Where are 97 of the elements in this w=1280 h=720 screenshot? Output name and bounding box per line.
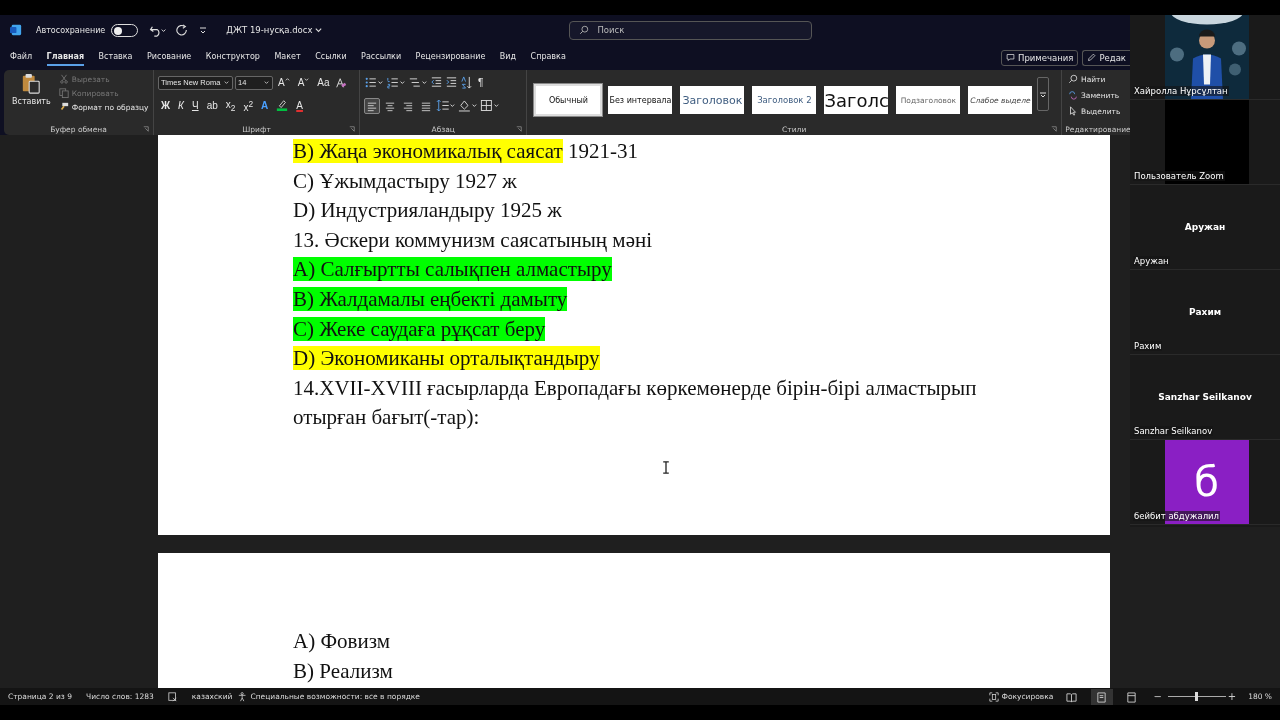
shading-icon[interactable]	[458, 99, 479, 112]
menu-tab[interactable]: Макет	[274, 49, 301, 66]
document-line: 14.XVII-XVIII ғасырларда Европадағы көркемөнерде бірін-бірі алмастырып отырған бағыт(-тар):	[293, 374, 978, 432]
document-line: A) Фовизм	[293, 628, 391, 655]
bullets-icon[interactable]	[364, 76, 385, 89]
document-line: B) Жаңа экономикалық саясат 1921-31	[293, 138, 639, 165]
increase-indent-icon[interactable]	[445, 76, 459, 89]
change-case-button[interactable]: Aa	[314, 74, 333, 91]
participant-display-name: Аружан	[1184, 222, 1226, 232]
menu-tab[interactable]: Главная	[46, 49, 85, 66]
clipboard-icon	[21, 73, 42, 95]
menu-tab[interactable]: Ссылки	[315, 49, 347, 66]
dialog-launcher-icon[interactable]	[143, 126, 149, 132]
down-caret-icon	[304, 77, 310, 82]
style-item[interactable]: Заголовок 2	[750, 84, 819, 116]
participant-display-name: Рахим	[1188, 307, 1222, 317]
participant-name: Пользователь Zoom	[1133, 171, 1225, 181]
pencil-icon	[1087, 53, 1097, 62]
highlighter-icon	[276, 98, 289, 111]
decrease-indent-icon[interactable]	[430, 76, 444, 89]
sort-icon[interactable]	[460, 76, 474, 89]
participant-name: Sanzhar Seilkanov	[1133, 426, 1214, 436]
customize-icon[interactable]	[198, 25, 209, 35]
participant-name: Аружан	[1133, 256, 1170, 266]
format-button[interactable]: A	[258, 97, 272, 114]
page-icon	[1096, 691, 1108, 703]
format-button[interactable]: Ч	[188, 97, 202, 114]
chevron-icon[interactable]	[314, 25, 324, 35]
format-button[interactable]: К	[175, 97, 187, 114]
participant-display-name: Sanzhar Seilkanov	[1158, 392, 1252, 402]
redo-icon[interactable]	[176, 24, 189, 36]
format-button[interactable]: A	[293, 97, 306, 114]
numbering-icon[interactable]	[386, 76, 407, 89]
document-title[interactable]: ДЖТ 19-нусқа.docx	[226, 25, 313, 35]
format-button[interactable]: ab	[203, 97, 221, 114]
show-formatting-button[interactable]: ¶	[475, 74, 487, 91]
search-icon	[579, 25, 590, 35]
search-icon	[1068, 74, 1078, 84]
expand-icon	[1039, 90, 1048, 99]
cursor-icon	[1068, 106, 1078, 116]
word-app-icon[interactable]	[10, 24, 22, 36]
comments-button[interactable]: Примечания	[1001, 49, 1079, 66]
paintbrush-icon	[58, 102, 69, 112]
menu-tab[interactable]: Рассылки	[361, 49, 402, 66]
zoom-in-button[interactable]: +	[1227, 691, 1237, 702]
comment-icon	[1006, 53, 1016, 62]
caret-icon	[223, 79, 230, 86]
proofing-icon[interactable]	[167, 691, 178, 702]
line-spacing-icon[interactable]	[436, 99, 457, 112]
focus-icon	[989, 691, 1000, 702]
document-line: C) Ұжымдастыру 1927 ж	[293, 167, 518, 195]
zoom-slider-thumb[interactable]	[1194, 692, 1198, 701]
dialog-launcher-icon[interactable]	[349, 126, 356, 132]
document-line: D) Индустрияландыру 1925 ж	[293, 197, 563, 225]
menu-tab[interactable]: Рисование	[147, 49, 192, 66]
print-view-button[interactable]	[1091, 688, 1114, 705]
search-field[interactable]: Поиск	[569, 20, 813, 40]
participant-name: Рахим	[1133, 341, 1163, 351]
up-caret-icon	[284, 77, 290, 82]
grow-font-button[interactable]: A	[275, 74, 293, 91]
text-cursor-icon	[662, 461, 670, 474]
copy-icon	[58, 88, 69, 98]
menu-tab[interactable]: Вставка	[98, 49, 133, 66]
shrink-font-button[interactable]: A	[294, 74, 313, 91]
multilevel-list-icon[interactable]	[408, 76, 429, 89]
format-button[interactable]: x$^{2}$	[240, 97, 257, 114]
dialog-launcher-icon[interactable]	[1051, 126, 1057, 132]
scissors-icon	[58, 74, 69, 84]
document-line: B) Реализм	[293, 657, 394, 685]
menu-tab[interactable]: Рецензирование	[415, 49, 486, 66]
menu-tab[interactable]: Справка	[530, 49, 566, 66]
paste-button[interactable]: Вставить	[8, 73, 55, 123]
menu-tab[interactable]: Конструктор	[205, 49, 260, 66]
book-icon	[1066, 691, 1078, 703]
clear-formatting-icon[interactable]	[334, 76, 347, 89]
borders-icon[interactable]	[480, 99, 501, 112]
autosave-label: Автосохранение	[36, 25, 106, 35]
style-item[interactable]: Без интервала	[606, 84, 675, 116]
document-line: 13. Әскери коммунизм саясатының мәні	[293, 226, 654, 254]
web-page-icon	[1126, 691, 1138, 703]
avatar-initial: б	[1194, 459, 1219, 505]
menu-tab[interactable]: Файл	[10, 49, 33, 66]
dialog-launcher-icon[interactable]	[516, 126, 523, 132]
align-left-button[interactable]	[364, 97, 381, 114]
zoom-out-button[interactable]: −	[1153, 691, 1162, 702]
style-item[interactable]: Обычный	[534, 84, 603, 116]
menu-tab[interactable]: Вид	[499, 49, 517, 66]
format-button[interactable]: Ж	[158, 97, 174, 114]
replace-icon	[1068, 90, 1078, 100]
format-button[interactable]: x$_{2}$	[222, 97, 239, 114]
caret-icon	[263, 79, 270, 86]
style-item[interactable]: Заголс	[822, 84, 891, 116]
participant-name: бейбит абдужалил	[1133, 511, 1221, 521]
gallery-more-button[interactable]	[1037, 77, 1050, 111]
accessibility-icon	[238, 691, 249, 702]
style-item[interactable]: Заголовок	[678, 84, 747, 116]
participant-name: Хайролла Нұрсұлтан	[1133, 86, 1229, 96]
